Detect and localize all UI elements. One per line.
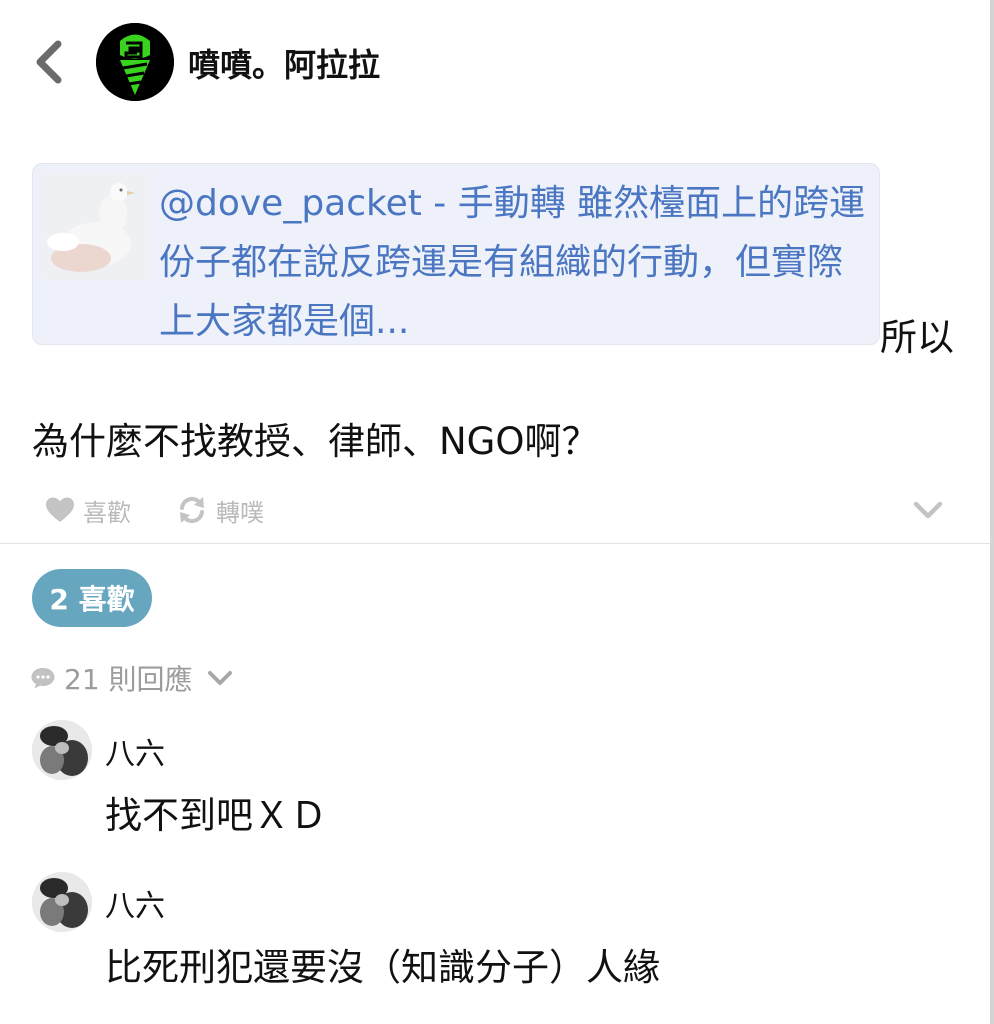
replurk-button[interactable]: 轉噗 (176, 490, 264, 530)
quote-thumbnail (41, 172, 149, 280)
replurk-icon (180, 496, 204, 524)
post-text-inline: 所以 (880, 316, 954, 359)
speech-bubble-icon (31, 668, 55, 689)
like-button[interactable]: 喜歡 (45, 490, 131, 530)
comment-author[interactable]: 八六 (105, 881, 165, 925)
commenter-avatar[interactable] (32, 872, 92, 932)
section-divider (0, 543, 990, 544)
user-photo-icon (32, 872, 92, 932)
more-options-button[interactable] (908, 492, 948, 528)
commenter-avatar[interactable] (32, 720, 92, 780)
likes-count-badge[interactable]: 2 喜歡 (32, 569, 152, 627)
user-photo-icon (32, 720, 92, 780)
replurk-label: 轉噗 (216, 498, 264, 527)
ice-cream-logo-icon (96, 23, 174, 101)
chevron-down-icon (913, 501, 943, 519)
post-header: 噴噴。阿拉拉 (0, 0, 990, 120)
author-name[interactable]: 噴噴。阿拉拉 (188, 40, 380, 86)
responses-count: 21 則回應 (64, 663, 193, 696)
scroll-edge (990, 0, 994, 1024)
quoted-plurk-card[interactable]: @dove_packet - 手動轉 雖然檯面上的跨運份子都在說反跨運是有組織的… (32, 163, 880, 345)
chevron-left-icon (36, 40, 62, 84)
heart-icon (46, 497, 74, 522)
comment-author[interactable]: 八六 (105, 729, 165, 773)
comment-text: 找不到吧ＸＤ (105, 794, 327, 837)
post-body-text: 為什麼不找教授、律師、NGO啊？ (32, 420, 599, 463)
comment-text: 比死刑犯還要沒（知識分子）人緣 (105, 946, 660, 989)
author-avatar[interactable] (96, 23, 174, 101)
responses-toggle[interactable]: 21 則回應 (30, 656, 235, 700)
back-button[interactable] (30, 38, 66, 86)
quote-text[interactable]: @dove_packet - 手動轉 雖然檯面上的跨運份子都在說反跨運是有組織的… (159, 174, 873, 351)
like-label: 喜歡 (83, 498, 131, 527)
dove-image-icon (41, 172, 149, 280)
chevron-down-icon (207, 671, 232, 685)
